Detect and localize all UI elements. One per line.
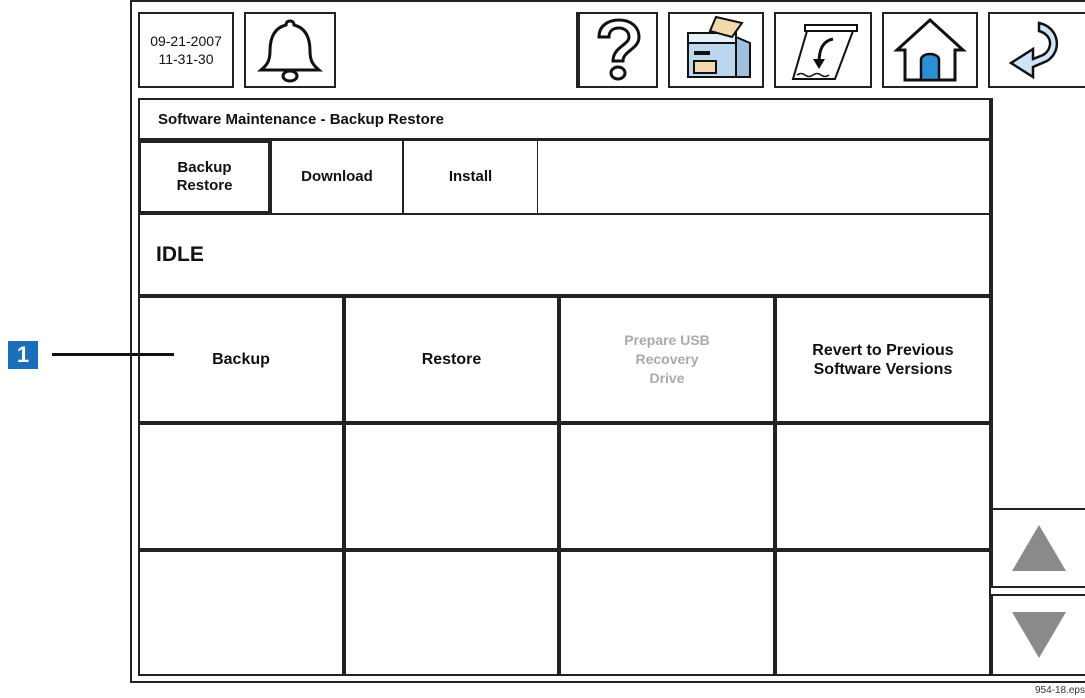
printer-icon [687, 15, 751, 78]
scroll-column [991, 98, 1085, 508]
restore-button[interactable]: Restore [344, 296, 559, 423]
tab-bar-empty [538, 140, 991, 214]
tab-install[interactable]: Install [403, 140, 538, 214]
date-time-display: 09-21-2007 11-31-30 [138, 12, 234, 88]
backup-button[interactable]: Backup [138, 296, 344, 423]
empty-button-slot [775, 423, 991, 550]
back-button[interactable] [988, 12, 1085, 88]
empty-button-slot [775, 550, 991, 676]
callout-marker: 1 [8, 341, 38, 369]
scroll-down-button[interactable] [991, 594, 1085, 676]
tab-download[interactable]: Download [271, 140, 403, 214]
tab-backup-restore[interactable]: Backup Restore [138, 140, 271, 214]
back-arrow-icon [1008, 21, 1058, 80]
revert-versions-button[interactable]: Revert to Previous Software Versions [775, 296, 991, 423]
empty-button-slot [344, 423, 559, 550]
page-title: Software Maintenance - Backup Restore [138, 98, 991, 140]
message-bar [334, 12, 578, 88]
time-text: 11-31-30 [158, 51, 214, 67]
status-text: IDLE [138, 213, 991, 296]
up-triangle-icon [1012, 525, 1066, 571]
empty-button-slot [138, 423, 344, 550]
empty-button-slot [559, 550, 775, 676]
help-button[interactable] [578, 12, 658, 88]
paper-feed-button[interactable] [774, 12, 872, 88]
figure-id: 954-18.eps [1034, 685, 1085, 696]
date-text: 09-21-2007 [150, 33, 222, 49]
down-triangle-icon [1012, 612, 1066, 658]
empty-button-slot [559, 423, 775, 550]
scroll-up-button[interactable] [991, 508, 1085, 588]
empty-button-slot [344, 550, 559, 676]
home-button[interactable] [882, 12, 978, 88]
callout-leader-line [52, 353, 174, 356]
empty-button-slot [138, 550, 344, 676]
restore-label: Restore [421, 351, 482, 368]
backup-label: Backup [212, 351, 270, 368]
help-icon [597, 18, 641, 81]
bell-icon [256, 19, 324, 83]
print-button[interactable] [668, 12, 764, 88]
alarm-button[interactable] [244, 12, 336, 88]
home-icon [893, 17, 967, 82]
paper-feed-icon [791, 24, 858, 80]
prepare-usb-recovery-button[interactable]: Prepare USB Recovery Drive [559, 296, 775, 423]
